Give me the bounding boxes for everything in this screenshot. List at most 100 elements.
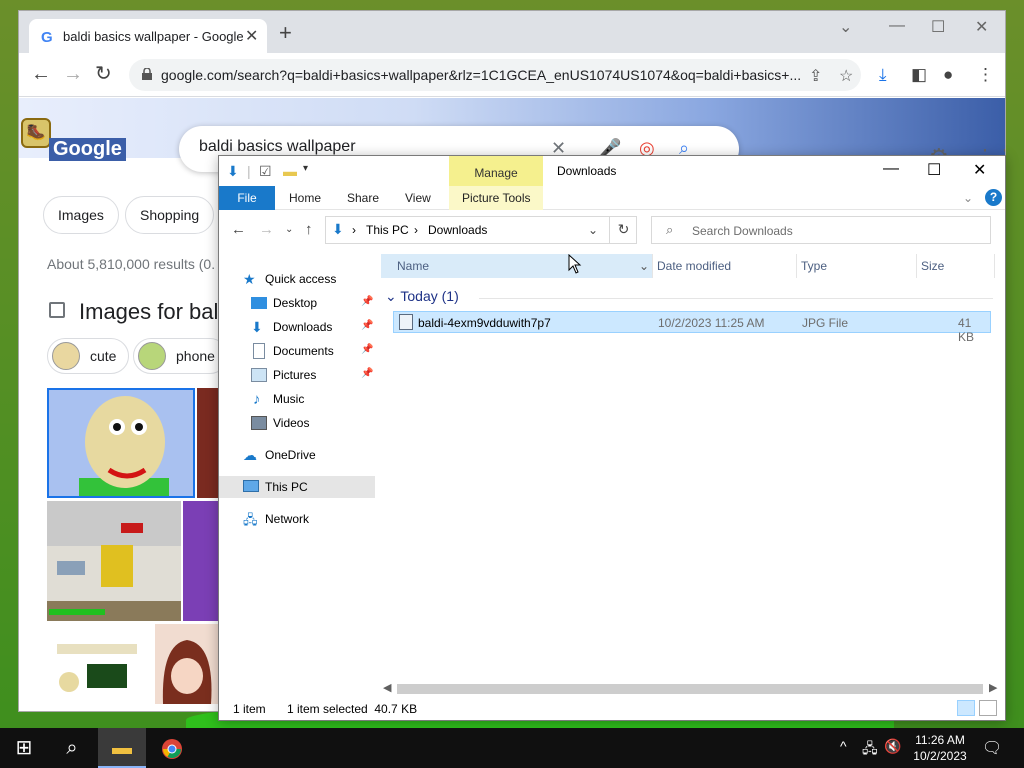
back-icon[interactable]: ←: [31, 64, 51, 84]
chip-images[interactable]: Images: [43, 196, 119, 234]
new-tab-button[interactable]: +: [279, 22, 292, 44]
reload-icon[interactable]: ↻: [95, 64, 112, 84]
baldi-image: [79, 396, 169, 496]
ribbon-tab-view[interactable]: View: [405, 191, 431, 205]
hiker-doodle-icon[interactable]: 🥾: [21, 118, 51, 148]
image-chip-cute[interactable]: cute: [47, 338, 130, 374]
nav-label: Network: [265, 512, 310, 526]
minimize-icon[interactable]: —: [889, 17, 905, 35]
column-date-modified[interactable]: Date modified: [653, 254, 797, 278]
google-logo[interactable]: Google: [49, 138, 126, 161]
chrome-tab[interactable]: G baldi basics wallpaper - Google Search…: [29, 19, 267, 53]
large-icons-view-icon[interactable]: [979, 700, 997, 716]
image-result[interactable]: [155, 624, 219, 704]
share-icon[interactable]: ⇪: [809, 66, 822, 86]
ribbon-tab-file[interactable]: File: [219, 186, 275, 210]
image-result[interactable]: [47, 624, 153, 704]
nav-this-pc[interactable]: This PC: [219, 476, 375, 498]
notifications-icon[interactable]: 🗨: [982, 738, 1002, 758]
nav-music[interactable]: ♪ Music: [219, 388, 375, 410]
address-bar[interactable]: google.com/search?q=baldi+basics+wallpap…: [129, 59, 861, 91]
close-icon[interactable]: ✕: [975, 17, 988, 37]
breadcrumb-downloads[interactable]: Downloads: [428, 223, 487, 237]
address-dropdown-icon[interactable]: ⌄: [588, 223, 598, 237]
image-chip-phone[interactable]: phone: [133, 338, 228, 374]
chrome-taskbar-icon[interactable]: [148, 728, 196, 768]
documents-icon: [253, 343, 265, 359]
nav-documents[interactable]: Documents 📌: [219, 340, 375, 362]
new-folder-icon[interactable]: ▬: [283, 163, 297, 179]
chip-shopping[interactable]: Shopping: [125, 196, 215, 234]
tab-search-icon[interactable]: ⌄: [839, 17, 852, 37]
details-view-icon[interactable]: [957, 700, 975, 716]
chrome-tabstrip: G baldi basics wallpaper - Google Search…: [19, 11, 1005, 53]
recent-locations-icon[interactable]: ⌄: [285, 224, 293, 235]
nav-downloads[interactable]: ⬇ Downloads 📌: [219, 316, 375, 338]
explorer-address-bar[interactable]: ⬇ › This PC › Downloads ⌄: [325, 216, 637, 244]
ribbon-tab-manage[interactable]: Manage: [449, 156, 543, 186]
bookmark-star-icon[interactable]: ☆: [839, 66, 853, 86]
group-header-today[interactable]: ⌄ Today (1): [385, 288, 459, 305]
maximize-icon[interactable]: ☐: [931, 17, 945, 37]
download-arrow-icon[interactable]: ⬇: [227, 163, 239, 180]
refresh-button[interactable]: ↻: [609, 216, 637, 244]
search-icon[interactable]: ⌕: [48, 728, 96, 768]
maximize-icon[interactable]: ☐: [927, 160, 941, 180]
start-windows-icon[interactable]: ⊞: [0, 728, 48, 768]
volume-muted-icon[interactable]: 🔇: [884, 738, 901, 755]
computer-icon: [243, 480, 259, 492]
nav-onedrive[interactable]: ☁ OneDrive: [219, 444, 375, 466]
profile-icon[interactable]: ●: [943, 65, 953, 85]
forward-icon[interactable]: →: [63, 64, 83, 84]
nav-quick-access[interactable]: ★ Quick access: [219, 268, 375, 290]
file-row[interactable]: baldi-4exm9vdduwith7p7 10/2/2023 11:25 A…: [393, 311, 991, 344]
ribbon-tab-picture-tools[interactable]: Picture Tools: [462, 191, 530, 205]
customize-qa-icon[interactable]: ▾: [303, 163, 308, 174]
taskbar-clock[interactable]: 11:26 AM 10/2/2023: [908, 732, 972, 764]
properties-icon[interactable]: ☑: [259, 163, 272, 180]
scroll-right-icon[interactable]: ▶: [989, 681, 997, 694]
nav-pictures[interactable]: Pictures 📌: [219, 364, 375, 386]
image-result[interactable]: [197, 388, 219, 498]
nav-network[interactable]: 🖧 Network: [219, 508, 375, 530]
image-result[interactable]: [47, 388, 195, 498]
search-downloads-input[interactable]: ⌕ Search Downloads: [651, 216, 991, 244]
up-icon[interactable]: ↑: [305, 221, 313, 238]
expand-ribbon-icon[interactable]: ⌄: [963, 191, 973, 205]
download-icon[interactable]: ⤓: [879, 65, 887, 85]
column-name[interactable]: Name: [381, 254, 653, 278]
tab-close-icon[interactable]: ✕: [245, 26, 258, 46]
images-heading[interactable]: Images for bal: [79, 299, 218, 325]
nav-videos[interactable]: Videos: [219, 412, 375, 434]
side-panel-icon[interactable]: ◧: [911, 65, 927, 85]
back-icon[interactable]: ←: [231, 221, 246, 238]
image-result[interactable]: [47, 501, 181, 621]
ribbon-tab-share[interactable]: Share: [347, 191, 379, 205]
file-name: baldi-4exm9vdduwith7p7: [418, 316, 551, 330]
ribbon-tab-home[interactable]: Home: [289, 191, 321, 205]
close-icon[interactable]: ✕: [973, 160, 986, 180]
column-name-dropdown-icon[interactable]: ⌄: [639, 254, 653, 278]
nav-desktop[interactable]: Desktop 📌: [219, 292, 375, 314]
column-type[interactable]: Type: [797, 254, 917, 278]
downloads-icon: ⬇: [251, 319, 263, 335]
google-favicon-icon: G: [41, 29, 53, 46]
images-section-icon: [49, 302, 65, 318]
horizontal-scrollbar[interactable]: ◀ ▶: [381, 682, 1001, 696]
image-result[interactable]: [183, 501, 219, 621]
column-size[interactable]: Size: [917, 254, 995, 278]
nav-label: Music: [273, 392, 305, 406]
breadcrumb-this-pc[interactable]: This PC: [366, 223, 409, 237]
chip-label: phone: [176, 348, 215, 364]
scroll-left-icon[interactable]: ◀: [383, 681, 391, 694]
help-icon[interactable]: ?: [985, 189, 1002, 206]
menu-icon[interactable]: ⋮: [977, 65, 994, 85]
scrollbar-thumb[interactable]: [397, 684, 983, 694]
minimize-icon[interactable]: —: [883, 160, 899, 178]
search-placeholder: Search Downloads: [692, 224, 793, 238]
file-explorer-taskbar-icon[interactable]: ▬: [98, 728, 146, 768]
show-hidden-icons-icon[interactable]: ^: [840, 738, 847, 754]
forward-icon[interactable]: →: [259, 221, 274, 238]
group-label: Today (1): [400, 288, 459, 304]
network-tray-icon[interactable]: 🖧: [862, 738, 878, 762]
